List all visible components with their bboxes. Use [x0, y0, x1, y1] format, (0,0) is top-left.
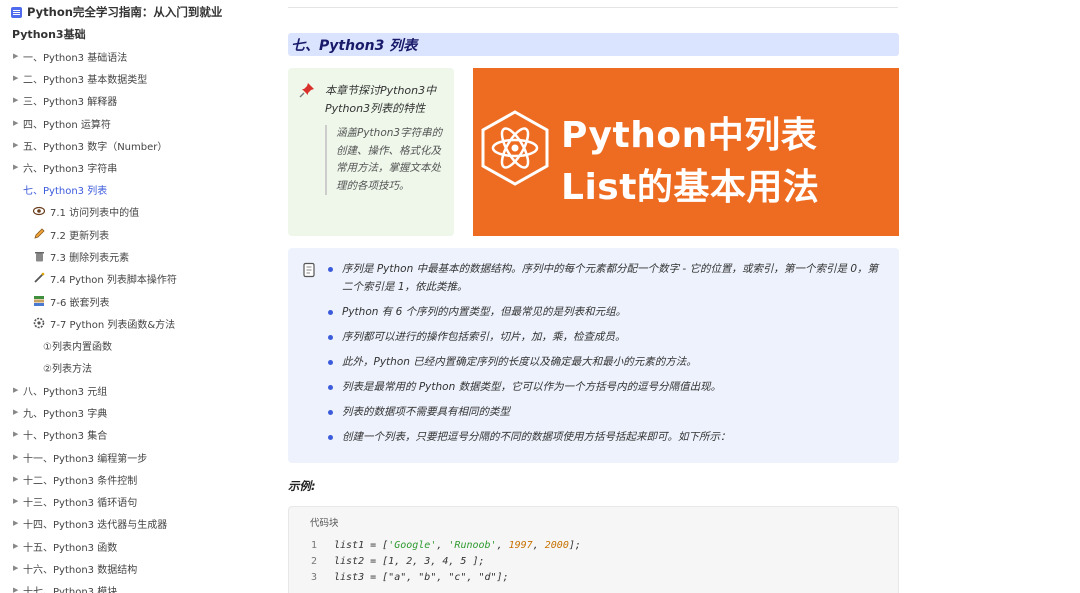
code-line: 3 list3 = ["a", "b", "c", "d"];	[311, 572, 509, 583]
code-line: 1 list1 = ['Google', 'Runoob', 1997, 200…	[311, 540, 581, 551]
code-block-title: 代码块	[310, 518, 339, 529]
section-title[interactable]: Python3基础	[12, 26, 86, 42]
main-content: 七、Python3 列表 本章节探讨Python3中Python3列表的特性 涵…	[288, 0, 900, 593]
sidebar-item-loops[interactable]: ▶ 十三、Python3 循环语句	[13, 493, 137, 509]
sidebar-item-data-structures[interactable]: ▶ 十六、Python3 数据结构	[13, 560, 137, 576]
caret-right-icon: ▶	[13, 52, 19, 60]
line-number: 1	[311, 540, 318, 551]
list-item: Python 有 6 个序列的内置类型，但最常见的是列表和元组。	[326, 303, 888, 321]
sidebar-item-set[interactable]: ▶ 十、Python3 集合	[13, 426, 107, 442]
divider	[288, 7, 898, 8]
banner-image: Python中列表 List的基本用法	[473, 68, 899, 236]
sidebar-subitem-functions[interactable]: 7-7 Python 列表函数&方法	[33, 315, 175, 331]
caret-right-icon: ▶	[13, 430, 19, 438]
sidebar-subitem-operators[interactable]: 7.4 Python 列表脚本操作符	[33, 270, 177, 286]
caret-right-icon: ▶	[13, 519, 19, 527]
sidebar-item-interpreter[interactable]: ▶ 三、Python3 解释器	[13, 92, 117, 108]
caret-right-icon: ▶	[13, 141, 19, 149]
sidebar: Python完全学习指南：从入门到就业 Python3基础 ▶ 一、Python3…	[0, 0, 250, 593]
list-item: 列表是最常用的 Python 数据类型，它可以作为一个方括号内的逗号分隔值出现。	[326, 378, 888, 396]
gear-icon	[33, 317, 45, 329]
wand-icon	[33, 272, 45, 284]
sidebar-subitem-update[interactable]: 7.2 更新列表	[33, 226, 109, 242]
sidebar-item-basic-syntax[interactable]: ▶ 一、Python3 基础语法	[13, 48, 127, 64]
sidebar-subitem-builtin-functions[interactable]: ①列表内置函数	[43, 337, 112, 353]
doc-title[interactable]: Python完全学习指南：从入门到就业	[11, 4, 222, 20]
sidebar-subitem-access[interactable]: 7.1 访问列表中的值	[33, 203, 139, 219]
chapter-title: 七、Python3 列表	[291, 37, 418, 54]
example-label: 示例:	[288, 479, 316, 493]
pencil-icon	[33, 228, 45, 240]
callout-quote: 涵盖Python3字符串的创建、操作、格式化及常用方法，掌握文本处理的各项技巧。	[325, 125, 445, 195]
caret-right-icon: ▶	[13, 453, 19, 461]
caret-right-icon: ▶	[13, 564, 19, 572]
trash-icon	[33, 250, 45, 262]
sidebar-item-first-step[interactable]: ▶ 十一、Python3 编程第一步	[13, 449, 147, 465]
sidebar-item-string[interactable]: ▶ 六、Python3 字符串	[13, 159, 117, 175]
sidebar-item-functions[interactable]: ▶ 十五、Python3 函数	[13, 538, 117, 554]
sidebar-subitem-list-methods[interactable]: ②列表方法	[43, 359, 92, 375]
line-number: 2	[311, 556, 318, 567]
list-item: 序列是 Python 中最基本的数据结构。序列中的每个元素都分配一个数字 - 它…	[326, 260, 888, 296]
list-item: 列表的数据项不需要具有相同的类型	[326, 403, 888, 421]
atom-icon	[481, 110, 549, 186]
line-number: 3	[311, 572, 318, 583]
caret-right-icon: ▶	[13, 542, 19, 550]
sidebar-subitem-nested[interactable]: 7-6 嵌套列表	[33, 293, 110, 309]
caret-right-icon: ▶	[13, 74, 19, 82]
callout-note: 本章节探讨Python3中Python3列表的特性 涵盖Python3字符串的创…	[288, 68, 454, 236]
eye-icon	[33, 205, 45, 217]
list-item: 此外，Python 已经内置确定序列的长度以及确定最大和最小的元素的方法。	[326, 353, 888, 371]
callout-heading: 本章节探讨Python3中Python3列表的特性	[325, 84, 437, 115]
code-block[interactable]: 代码块 1 list1 = ['Google', 'Runoob', 1997,…	[288, 506, 899, 593]
sidebar-item-list[interactable]: 七、Python3 列表	[13, 181, 107, 197]
chapter-heading: 七、Python3 列表	[288, 33, 899, 56]
sidebar-item-data-types[interactable]: ▶ 二、Python3 基本数据类型	[13, 70, 147, 86]
caret-right-icon: ▶	[13, 163, 19, 171]
caret-right-icon: ▶	[13, 96, 19, 104]
caret-right-icon: ▶	[13, 475, 19, 483]
sidebar-item-conditions[interactable]: ▶ 十二、Python3 条件控制	[13, 471, 137, 487]
list-item: 创建一个列表，只要把逗号分隔的不同的数据项使用方括号括起来即可。如下所示：	[326, 428, 888, 446]
scroll-icon	[303, 262, 315, 278]
banner-title-line1: Python中列表	[561, 115, 818, 156]
sidebar-item-iterators[interactable]: ▶ 十四、Python3 迭代器与生成器	[13, 515, 167, 531]
banner-title-line2: List的基本用法	[561, 167, 820, 208]
bullet-list: 序列是 Python 中最基本的数据结构。序列中的每个元素都分配一个数字 - 它…	[326, 260, 888, 453]
caret-right-icon: ▶	[13, 586, 19, 593]
list-item: 序列都可以进行的操作包括索引，切片，加，乘，检查成员。	[326, 328, 888, 346]
code-line: 2 list2 = [1, 2, 3, 4, 5 ];	[311, 556, 485, 567]
books-icon	[33, 295, 45, 307]
doc-title-text: Python完全学习指南：从入门到就业	[27, 5, 223, 19]
sidebar-item-number[interactable]: ▶ 五、Python3 数字（Number）	[13, 137, 167, 153]
sidebar-item-tuple[interactable]: ▶ 八、Python3 元组	[13, 382, 107, 398]
sidebar-subitem-delete[interactable]: 7.3 删除列表元素	[33, 248, 129, 264]
caret-right-icon: ▶	[13, 497, 19, 505]
sidebar-item-modules[interactable]: ▶ 十七、Python3 模块	[13, 582, 117, 593]
pushpin-icon	[299, 83, 314, 98]
sidebar-item-dict[interactable]: ▶ 九、Python3 字典	[13, 404, 107, 420]
info-callout: 序列是 Python 中最基本的数据结构。序列中的每个元素都分配一个数字 - 它…	[288, 248, 899, 463]
caret-right-icon: ▶	[13, 408, 19, 416]
document-icon	[11, 6, 22, 18]
caret-right-icon: ▶	[13, 386, 19, 394]
caret-right-icon: ▶	[13, 119, 19, 127]
sidebar-item-operators[interactable]: ▶ 四、Python 运算符	[13, 115, 111, 131]
